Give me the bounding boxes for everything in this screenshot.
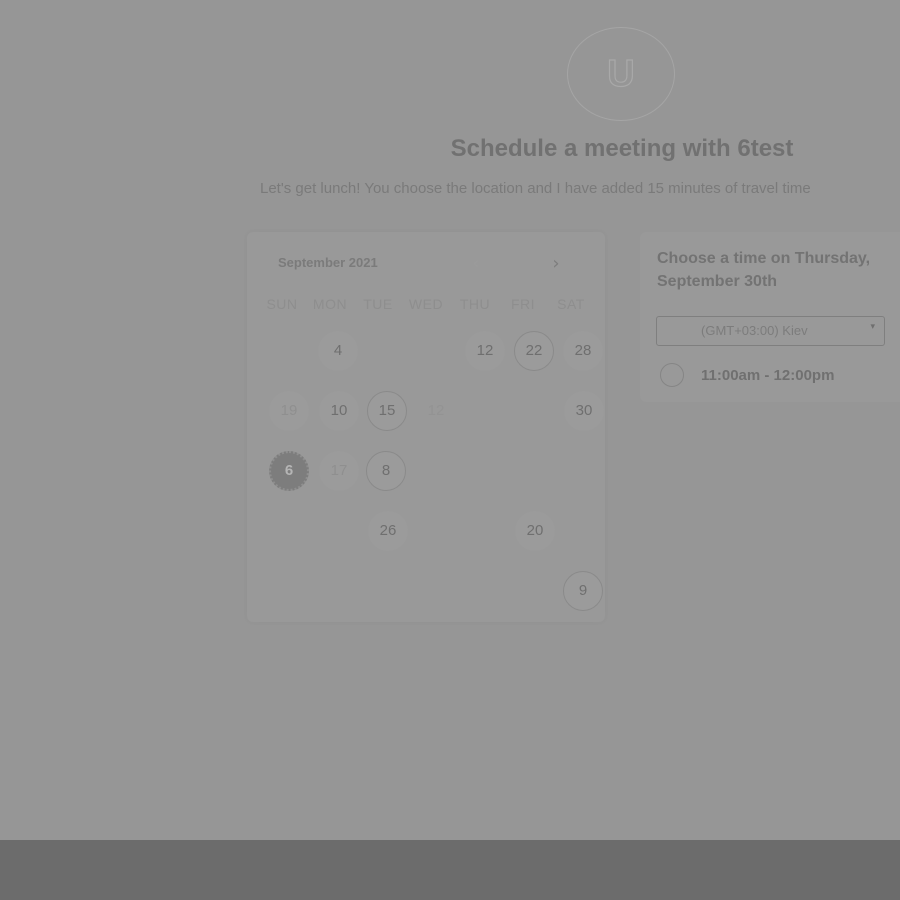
weekday-mon: MON (312, 296, 348, 312)
calendar-day[interactable]: 30 (564, 391, 604, 431)
time-panel-header: Choose a time on Thursday, September 30t… (657, 250, 871, 290)
bottom-bar (0, 840, 900, 900)
calendar-day[interactable]: 12 (416, 391, 456, 431)
weekday-sun: SUN (266, 296, 298, 312)
timezone-value: (GMT+03:00) Kiev (701, 323, 808, 338)
calendar-day[interactable]: 15 (367, 391, 407, 431)
meeting-description: Let's get lunch! You choose the location… (260, 180, 811, 197)
chevron-left-icon[interactable]: ‹ (464, 252, 488, 276)
calendar-day[interactable]: 10 (319, 391, 359, 431)
calendar-day-selected[interactable]: 6 (269, 451, 309, 491)
calendar-day[interactable]: 12 (465, 331, 505, 371)
calendar-day[interactable]: 8 (366, 451, 406, 491)
page-title: Schedule a meeting with 6test (450, 135, 794, 162)
calendar-day[interactable]: 26 (368, 511, 408, 551)
calendar-day[interactable]: 20 (515, 511, 555, 551)
calendar-day[interactable]: 9 (563, 571, 603, 611)
calendar-day[interactable]: 22 (514, 331, 554, 371)
avatar-initial: U (607, 52, 636, 95)
calendar-month-label: September 2021 (278, 255, 378, 270)
scheduling-page: U Schedule a meeting with 6test Let's ge… (0, 0, 900, 840)
calendar-day[interactable]: 28 (563, 331, 603, 371)
radio-button[interactable] (660, 363, 684, 387)
weekday-fri: FRI (510, 296, 536, 312)
calendar-day[interactable]: 4 (318, 331, 358, 371)
weekday-wed: WED (408, 296, 444, 312)
calendar-day[interactable]: 19 (269, 391, 309, 431)
time-slot-label: 11:00am - 12:00pm (701, 366, 835, 384)
chevron-down-icon: ▾ (870, 322, 875, 332)
weekday-sat: SAT (557, 296, 585, 312)
chevron-right-icon[interactable]: › (544, 252, 568, 276)
avatar: U (567, 27, 675, 121)
timezone-select[interactable]: (GMT+03:00) Kiev ▾ (656, 316, 885, 346)
calendar-day[interactable]: 17 (319, 451, 359, 491)
time-slot[interactable]: 11:00am - 12:00pm (660, 362, 834, 388)
weekday-tue: TUE (363, 296, 393, 312)
weekday-thu: THU (459, 296, 491, 312)
